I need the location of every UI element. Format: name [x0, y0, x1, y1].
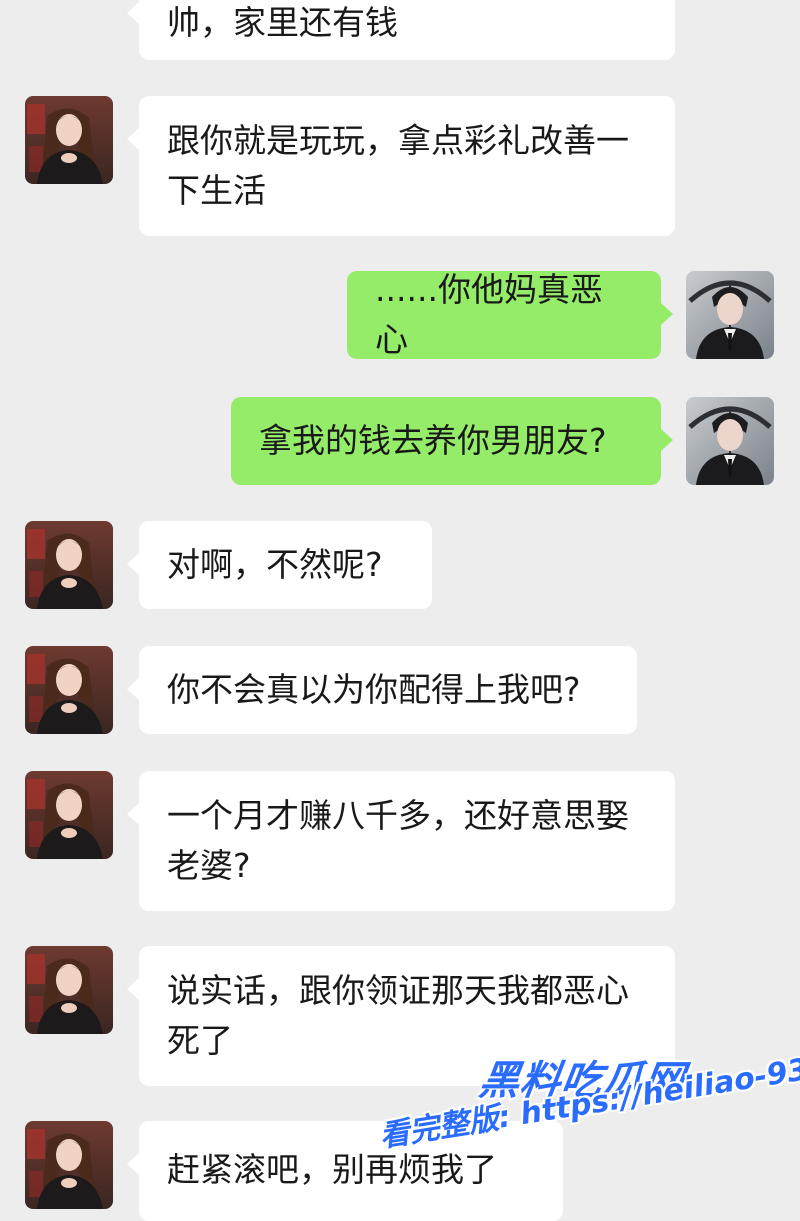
- contact-avatar[interactable]: [25, 521, 113, 609]
- message-bubble-incoming[interactable]: 赶紧滚吧，别再烦我了: [127, 1121, 563, 1221]
- message-bubble-incoming[interactable]: 帅，家里还有钱: [127, 0, 675, 60]
- message-text: 跟你就是玩玩，拿点彩礼改善一下生活: [167, 121, 629, 210]
- contact-avatar[interactable]: [25, 1121, 113, 1209]
- message-text: 拿我的钱去养你男朋友?: [259, 421, 607, 460]
- message-text: 帅，家里还有钱: [167, 3, 398, 42]
- message-bubble-outgoing[interactable]: 拿我的钱去养你男朋友?: [231, 397, 673, 485]
- message-text: 对啊，不然呢?: [167, 545, 383, 584]
- contact-avatar[interactable]: [25, 96, 113, 184]
- message-text: 赶紧滚吧，别再烦我了: [167, 1150, 497, 1189]
- message-text: 你不会真以为你配得上我吧?: [167, 670, 581, 709]
- chat-area: 帅，家里还有钱 跟你就是玩玩，拿点彩礼改善一下生活 ......你他妈真恶心 拿…: [0, 0, 800, 1221]
- my-avatar[interactable]: [686, 271, 774, 359]
- contact-avatar[interactable]: [25, 771, 113, 859]
- message-bubble-outgoing[interactable]: ......你他妈真恶心: [347, 270, 673, 359]
- message-text: ......你他妈真恶心: [375, 270, 603, 359]
- message-text: 说实话，跟你领证那天我都恶心死了: [167, 971, 629, 1060]
- message-bubble-incoming[interactable]: 对啊，不然呢?: [127, 521, 432, 609]
- message-bubble-incoming[interactable]: 跟你就是玩玩，拿点彩礼改善一下生活: [127, 96, 675, 236]
- message-text: 一个月才赚八千多，还好意思娶老婆?: [167, 796, 629, 885]
- message-bubble-incoming[interactable]: 一个月才赚八千多，还好意思娶老婆?: [127, 771, 675, 911]
- message-bubble-incoming[interactable]: 你不会真以为你配得上我吧?: [127, 646, 637, 734]
- message-bubble-incoming[interactable]: 说实话，跟你领证那天我都恶心死了: [127, 946, 675, 1086]
- contact-avatar[interactable]: [25, 946, 113, 1034]
- my-avatar[interactable]: [686, 397, 774, 485]
- contact-avatar[interactable]: [25, 646, 113, 734]
